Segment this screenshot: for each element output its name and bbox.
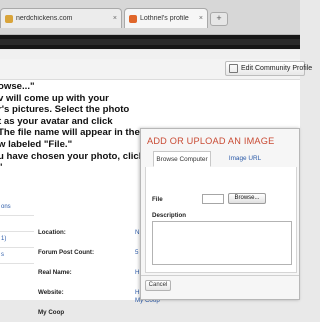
edit-icon (229, 64, 238, 73)
profile-field-label: Forum Post Count: (38, 248, 95, 256)
profile-field-row: Forum Post Count: (38, 242, 138, 262)
profile-field-label: Location: (38, 228, 66, 236)
file-path-field[interactable] (202, 194, 224, 204)
browse-panel: File Browse... Description (145, 167, 297, 273)
tab-browse-computer[interactable]: Browse Computer (153, 151, 211, 167)
profile-field-row: Real Name: (38, 262, 138, 282)
instruction-line: v will come up with your (0, 92, 109, 104)
sidebar-divider (0, 231, 34, 232)
profile-field-value: 5 (135, 249, 139, 256)
tab-image-url[interactable]: Image URL (217, 151, 273, 167)
sidebar-link[interactable]: ons (0, 199, 34, 215)
profile-field-label: Website: (38, 288, 64, 296)
sidebar-link[interactable]: 1) (0, 231, 34, 247)
tab-title: Lothriel's profile (140, 15, 189, 22)
profile-field-value: H (135, 269, 140, 276)
instruction-line: t as your avatar and click (0, 115, 113, 127)
close-tab-icon[interactable]: × (199, 15, 203, 22)
sidebar-link[interactable] (0, 215, 34, 231)
new-tab-button[interactable]: + (210, 12, 228, 26)
instruction-text: owse..." v will come up with your r's pi… (0, 81, 146, 174)
sidebar-divider (0, 247, 34, 248)
browser-tab-2[interactable]: Lothriel's profile × (124, 8, 208, 28)
dialog-title: ADD OR UPLOAD AN IMAGE (147, 136, 275, 146)
upload-image-dialog: ADD OR UPLOAD AN IMAGE Browse Computer I… (140, 128, 300, 300)
close-tab-icon[interactable]: × (113, 15, 117, 22)
edit-community-profile-label: Edit Community Profile (241, 65, 313, 72)
file-label: File (152, 196, 163, 203)
profile-field-label: My Coop (38, 308, 65, 316)
tab-title: nerdchickens.com (16, 15, 73, 22)
instruction-line: " (0, 162, 146, 174)
profile-field-label: Real Name: (38, 268, 72, 276)
instruction-line: r's pictures. Select the photo (0, 104, 130, 116)
profile-field-value: H (135, 289, 140, 296)
redacted-address-bar (0, 35, 300, 49)
sidebar-link[interactable]: s (0, 247, 34, 263)
browser-tab-1[interactable]: nerdchickens.com × (0, 8, 122, 28)
site-favicon-icon (129, 14, 137, 23)
dialog-tabs: Browse Computer Image URL (147, 151, 297, 168)
instruction-line: w labeled "File." (0, 138, 73, 150)
profile-field-row: Location: (38, 222, 138, 242)
cancel-button[interactable]: Cancel (145, 280, 171, 291)
instruction-line: owse..." (0, 81, 35, 92)
sidebar-divider (0, 263, 34, 264)
description-label: Description (152, 212, 187, 219)
profile-field-row: Website: (38, 282, 138, 302)
profile-field-row: My Coop (38, 302, 138, 322)
dialog-footer-divider (141, 275, 299, 276)
instruction-line: The file name will appear in the (0, 127, 140, 139)
browser-tab-bar: nerdchickens.com × Lothriel's profile × … (0, 0, 300, 35)
profile-field-value: N (135, 229, 140, 236)
description-textarea[interactable] (152, 221, 292, 265)
profile-fields: Location: Forum Post Count: Real Name: W… (38, 222, 138, 322)
instruction-line: u have chosen your photo, click (0, 150, 145, 162)
site-favicon-icon (5, 14, 13, 23)
browse-button[interactable]: Browse... (228, 193, 266, 204)
sidebar-divider (0, 215, 34, 216)
edit-community-profile-button[interactable]: Edit Community Profile (225, 61, 312, 76)
